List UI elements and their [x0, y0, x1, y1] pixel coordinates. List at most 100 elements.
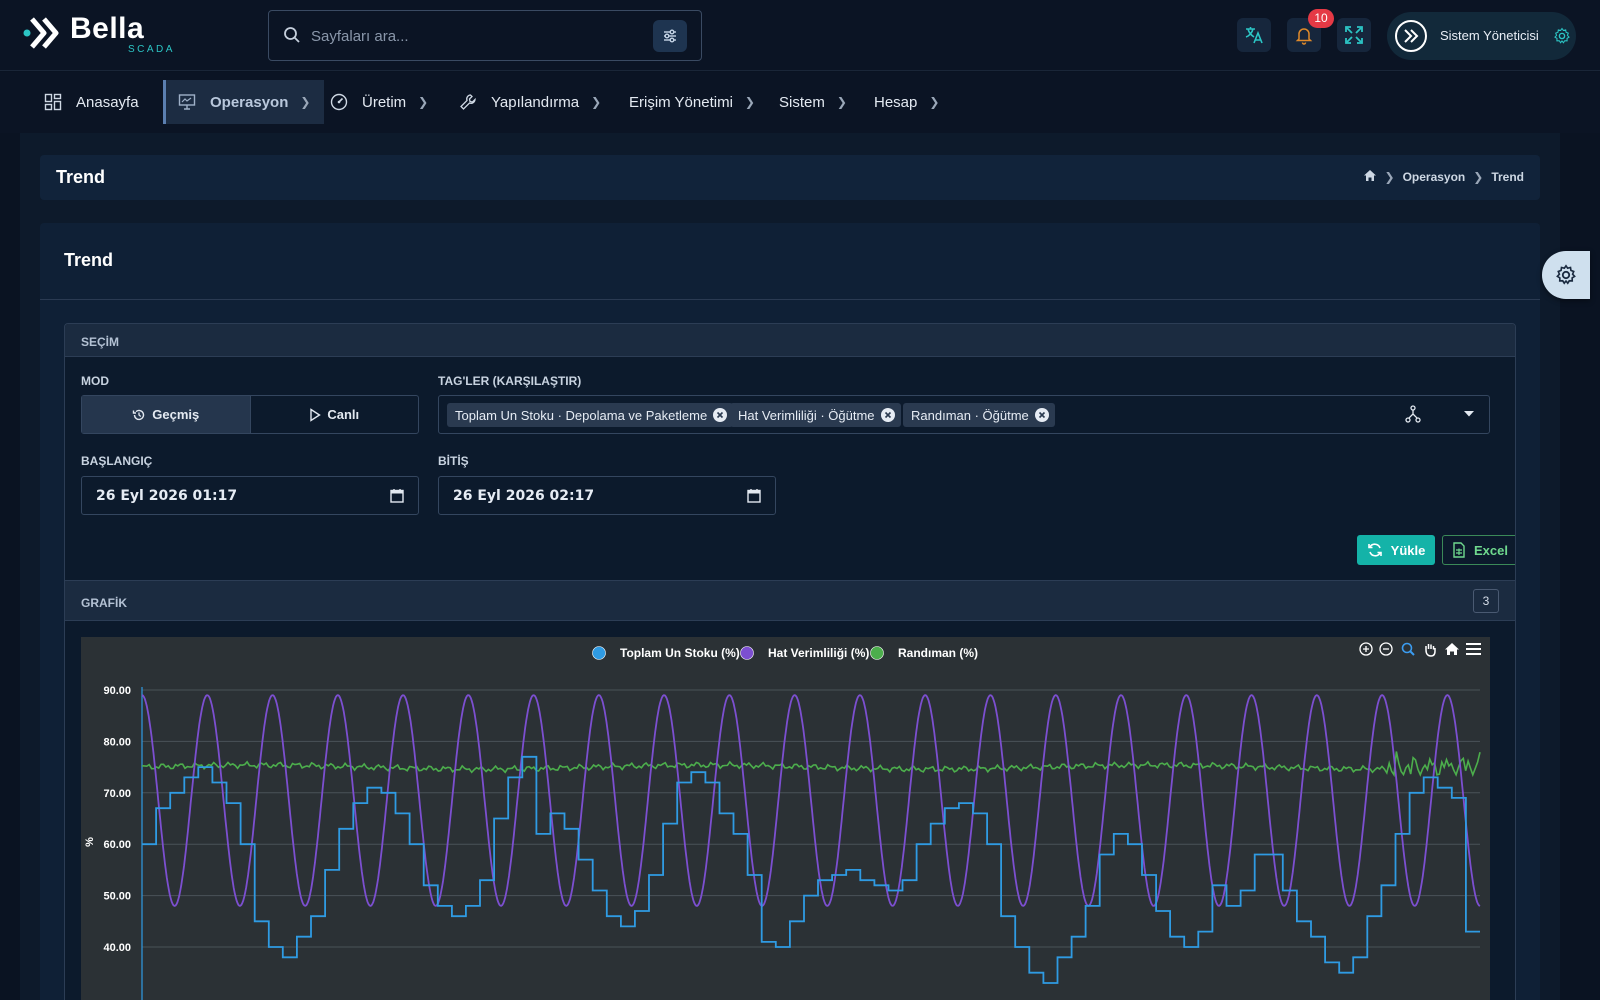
- search-input[interactable]: [311, 23, 631, 49]
- nav-item-sistem[interactable]: Sistem ❯: [779, 80, 847, 124]
- remove-tag-icon[interactable]: [880, 408, 895, 422]
- end-date-field[interactable]: 26 Eyl 2026 02:17: [438, 476, 776, 515]
- bell-icon: [1295, 28, 1313, 45]
- chevron-right-icon: ❯: [1473, 170, 1484, 184]
- y-tick-label: 40.00: [103, 942, 131, 954]
- gear-icon[interactable]: [1553, 27, 1571, 50]
- y-tick-label: 60.00: [103, 839, 131, 851]
- graph-title: GRAFİK: [81, 596, 127, 610]
- search-box: [268, 10, 702, 61]
- selection-zoom-icon[interactable]: [1401, 642, 1415, 656]
- monitor-icon: [178, 93, 196, 111]
- mode-option-label: Geçmiş: [152, 407, 200, 422]
- reset-home-icon[interactable]: [1445, 643, 1459, 655]
- series-count-badge: 3: [1473, 589, 1499, 613]
- legend-label: Toplam Un Stoku (%): [620, 646, 740, 660]
- nav-item-erisim[interactable]: Erişim Yönetimi ❯: [629, 80, 755, 124]
- gauge-icon: [330, 93, 348, 111]
- hierarchy-icon[interactable]: [1405, 405, 1421, 423]
- legend-label: Hat Verimliliği (%): [768, 646, 869, 660]
- nav-item-uretim[interactable]: Üretim ❯: [330, 80, 428, 124]
- chart-svg[interactable]: 90.00 80.00 70.00 60.00 50.00 40.00% Toplam Un…: [81, 637, 1490, 1000]
- language-button[interactable]: [1237, 18, 1271, 52]
- nav-label: Anasayfa: [76, 93, 139, 111]
- dashboard-icon: [44, 93, 62, 111]
- brand-sub: SCADA: [128, 44, 175, 55]
- spreadsheet-icon: [1453, 542, 1465, 558]
- chart-toolbar: [1359, 642, 1481, 657]
- legend-marker: [740, 646, 754, 660]
- nav-label: Yapılandırma: [491, 93, 580, 111]
- logo-mark-icon: [1404, 29, 1419, 43]
- nav-label: Operasyon: [210, 93, 289, 111]
- y-tick-label: 80.00: [103, 736, 131, 748]
- chevron-down-icon[interactable]: [1463, 410, 1475, 418]
- search-icon: [283, 26, 301, 49]
- tag-chip-label: Hat Verimliliği · Öğütme: [738, 407, 875, 423]
- nav-item-home[interactable]: Anasayfa: [44, 80, 139, 124]
- wrench-icon: [459, 93, 477, 111]
- tags-label: TAG'LER (KARŞILAŞTIR): [438, 374, 582, 388]
- remove-tag-icon[interactable]: [1034, 408, 1049, 422]
- start-date-field[interactable]: 26 Eyl 2026 01:17: [81, 476, 419, 515]
- menu-icon[interactable]: [1466, 643, 1481, 655]
- chevron-right-icon: ❯: [836, 95, 847, 109]
- selection-header: SEÇİM: [65, 324, 1515, 357]
- load-button[interactable]: Yükle: [1357, 535, 1435, 565]
- mode-history-button[interactable]: Geçmiş: [82, 396, 251, 433]
- legend-label: Randıman (%): [898, 646, 978, 660]
- series-toplam-un-stoku-line: [142, 755, 1480, 984]
- breadcrumb: ❯ Operasyon ❯ Trend: [1363, 169, 1524, 185]
- start-label: BAŞLANGIÇ: [81, 454, 153, 468]
- selection-title: SEÇİM: [81, 335, 120, 349]
- breadcrumb-item: Trend: [1491, 170, 1524, 184]
- pan-hand-icon[interactable]: [1425, 644, 1436, 657]
- mode-live-button[interactable]: Canlı: [251, 396, 419, 433]
- card-title: Trend: [64, 250, 114, 270]
- excel-button[interactable]: Excel: [1442, 535, 1515, 565]
- zoom-in-icon[interactable]: [1359, 642, 1373, 656]
- zoom-out-icon[interactable]: [1379, 642, 1393, 656]
- mode-label: MOD: [81, 374, 109, 388]
- avatar: [1395, 20, 1427, 52]
- gear-icon: [1556, 264, 1576, 285]
- home-icon[interactable]: [1363, 169, 1377, 185]
- series-randiman-line: [141, 751, 1481, 778]
- tags-tools: [1405, 405, 1475, 423]
- mode-toggle: Geçmiş Canlı: [81, 395, 419, 434]
- settings-fab[interactable]: [1542, 251, 1590, 299]
- trend-chart[interactable]: 90.00 80.00 70.00 60.00 50.00 40.00% Toplam Un…: [81, 637, 1490, 1000]
- refresh-icon: [1367, 543, 1382, 557]
- nav-label: Üretim: [362, 93, 407, 111]
- chevron-right-icon: ❯: [929, 95, 940, 109]
- graph-header: GRAFİK 3: [65, 580, 1515, 621]
- end-label: BİTİŞ: [438, 454, 469, 468]
- nav-item-hesap[interactable]: Hesap ❯: [874, 80, 939, 124]
- calendar-icon[interactable]: [747, 488, 761, 508]
- selection-panel: SEÇİM MOD Geçmiş Canlı TAG'LER (KARŞILAŞ…: [64, 323, 1516, 1000]
- search-filter-button[interactable]: [653, 20, 687, 52]
- tag-chip: Randıman · Öğütme: [903, 403, 1055, 427]
- breadcrumb-item[interactable]: Operasyon: [1403, 170, 1466, 184]
- excel-button-label: Excel: [1474, 542, 1508, 558]
- nav-label: Hesap: [874, 93, 918, 111]
- page-title: Trend: [56, 167, 106, 187]
- fullscreen-button[interactable]: [1337, 18, 1371, 52]
- notification-count-badge: 10: [1308, 9, 1334, 28]
- user-menu[interactable]: Sistem Yöneticisi: [1387, 12, 1576, 60]
- trend-card: Trend SEÇİM MOD Geçmiş Canlı TAG'LER (KA…: [40, 223, 1540, 1000]
- calendar-icon[interactable]: [390, 488, 404, 508]
- brand-logo[interactable]: Bella SCADA: [22, 10, 172, 56]
- chevron-right-icon: ❯: [300, 95, 311, 109]
- chevron-right-icon: ❯: [1384, 170, 1395, 184]
- nav-item-yapilandirma[interactable]: Yapılandırma ❯: [459, 80, 601, 124]
- main-nav: Anasayfa Operasyon ❯ Üretim ❯ Yapılandır…: [0, 72, 1600, 133]
- nav-item-operasyon[interactable]: Operasyon ❯: [163, 80, 325, 124]
- nav-label: Erişim Yönetimi: [629, 93, 733, 111]
- y-tick-label: 50.00: [103, 891, 131, 903]
- tag-chip-label: Randıman · Öğütme: [911, 407, 1029, 423]
- translate-icon: [1245, 27, 1263, 44]
- series-hat-verimliligi-line: [141, 694, 1481, 907]
- remove-tag-icon[interactable]: [713, 408, 728, 422]
- tags-select[interactable]: Toplam Un Stoku · Depolama ve Paketleme …: [438, 395, 1490, 434]
